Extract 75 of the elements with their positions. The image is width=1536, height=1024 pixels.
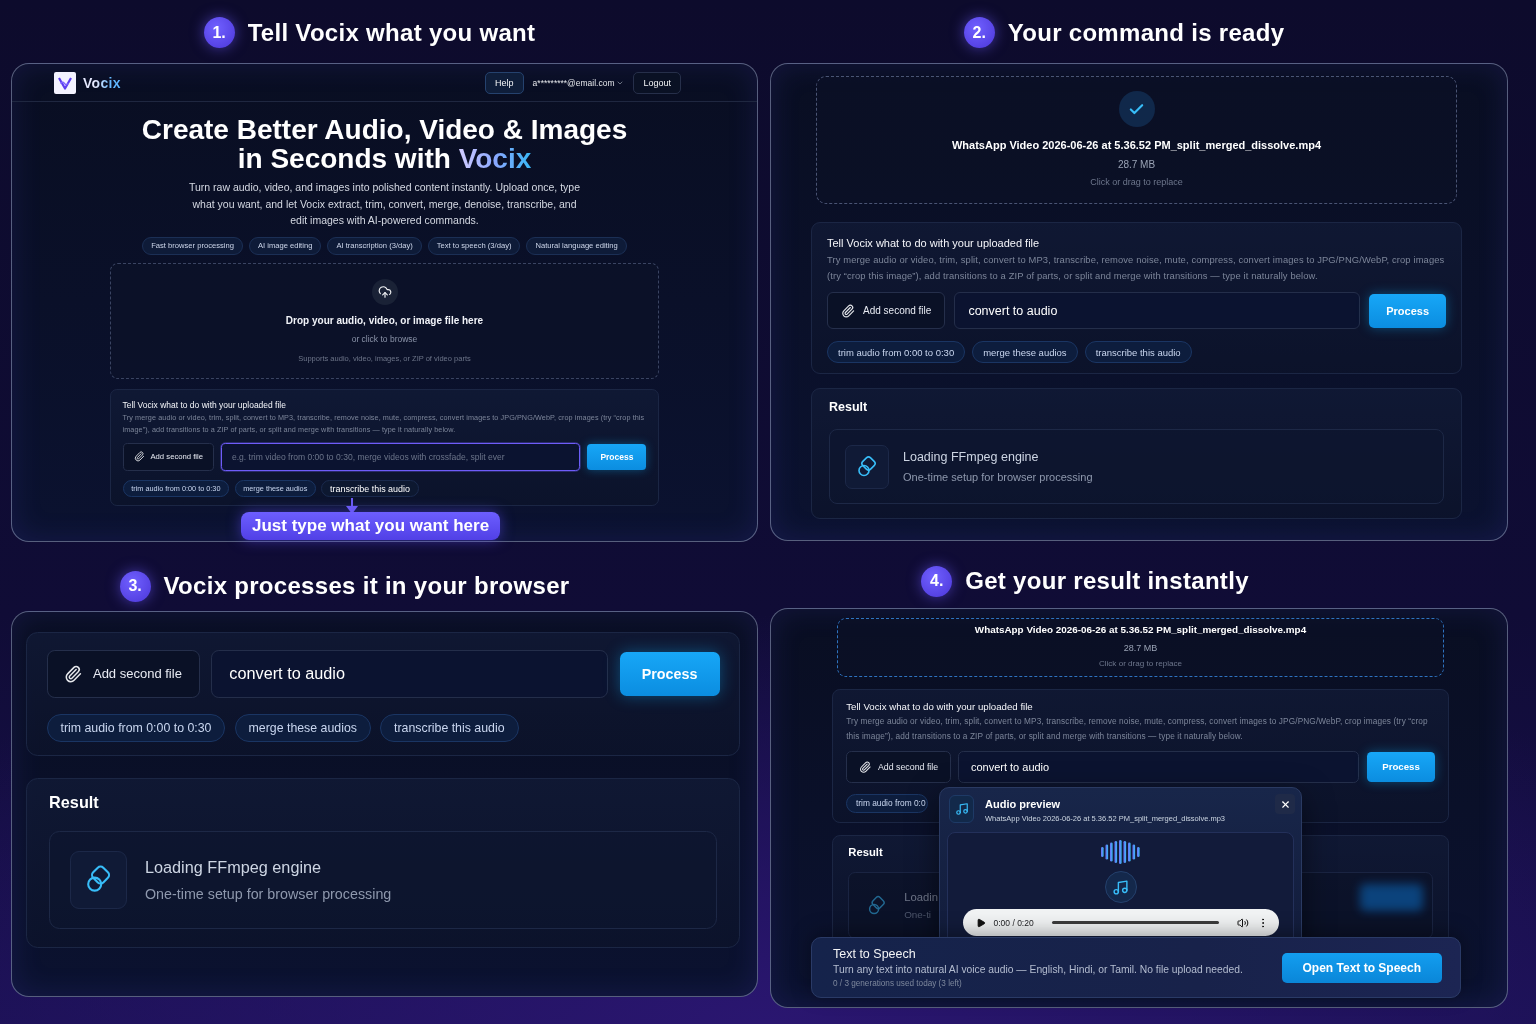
status-title: Loadin: [904, 891, 938, 903]
upload-icon: [371, 278, 398, 305]
step-number-badge: 4.: [921, 565, 953, 597]
brand-name: Vocix: [83, 74, 121, 91]
command-hint: Try merge audio or video, trim, split, convert to MP3, transcribe, remove noise, mute, compress, convert images to JPG/PNG/WebP, crop images (try “crop this image”), add transitions to a ZIP of parts, or split and merge with transitions — type it naturally below.: [846, 716, 1429, 743]
paperclip-icon: [133, 451, 145, 463]
suggestion-chip[interactable]: trim audio from 0:0: [846, 793, 928, 814]
usage-count: 0 / 3 generations used today (3 left): [833, 979, 963, 988]
command-card-title: Tell Vocix what to do with your uploaded file: [846, 701, 1034, 714]
command-input[interactable]: convert to audio: [958, 750, 1360, 784]
logout-button[interactable]: Logout: [633, 71, 681, 94]
replace-hint: Click or drag to replace: [1090, 177, 1183, 187]
file-dropzone[interactable]: WhatsApp Video 2026-06-26 at 5.36.52 PM_split_merged_dissolve.mp4 28.7 MB Click or drag to replace: [837, 618, 1444, 677]
file-name: WhatsApp Video 2026-06-26 at 5.36.52 PM_split_merged_dissolve.mp4: [951, 139, 1322, 151]
command-card-title: Tell Vocix what to do with your uploaded file: [122, 399, 287, 411]
volume-icon[interactable]: [1236, 916, 1249, 929]
command-card-title: Tell Vocix what to do with your uploaded file: [827, 236, 1041, 250]
paperclip-icon: [858, 760, 871, 774]
blurred-glow: [1360, 883, 1423, 911]
music-note-icon: [1104, 871, 1137, 903]
step-title: Vocix processes it in your browser: [163, 572, 570, 600]
file-dropzone[interactable]: WhatsApp Video 2026-06-26 at 5.36.52 PM_split_merged_dissolve.mp4 28.7 MB Click or drag to replace: [816, 76, 1457, 204]
step-title: Your command is ready: [1007, 18, 1285, 47]
file-size: 28.7 MB: [1123, 642, 1158, 653]
file-name: WhatsApp Video 2026-06-26 at 5.36.52 PM_split_merged_dissolve.mp4: [974, 624, 1307, 636]
suggestion-chip[interactable]: transcribe this audio: [380, 713, 519, 743]
banner-title: Text to Speech: [833, 947, 917, 961]
step-number-badge: 3.: [119, 570, 151, 602]
pointer-arrow: [346, 497, 358, 514]
result-title: Result: [829, 399, 868, 415]
command-input[interactable]: convert to audio: [211, 649, 608, 698]
status-title: Loading FFmpeg engine: [903, 450, 1040, 464]
browse-hint: or click to browse: [351, 333, 418, 344]
account-menu[interactable]: a*********@email.com: [532, 77, 625, 88]
popup-title: Audio preview: [985, 798, 1062, 810]
command-input[interactable]: convert to audio: [954, 292, 1361, 329]
add-second-file-button[interactable]: Add second file: [846, 750, 951, 784]
suggestion-chip[interactable]: transcribe this audio: [321, 480, 419, 498]
suggestion-chip[interactable]: merge these audios: [234, 713, 371, 743]
status-detail: One-time setup for browser processing: [144, 885, 392, 902]
help-button[interactable]: Help: [485, 71, 524, 94]
close-button[interactable]: [1275, 794, 1295, 814]
waveform-icon: [1100, 840, 1141, 864]
paperclip-icon: [64, 664, 83, 684]
step-number-badge: 2.: [963, 17, 995, 48]
paperclip-icon: [841, 303, 855, 318]
add-second-file-button[interactable]: Add second file: [827, 292, 946, 329]
suggestion-chip[interactable]: transcribe this audio: [1084, 341, 1192, 363]
step-number-badge: 1.: [203, 17, 235, 48]
step-title: Get your result instantly: [965, 567, 1249, 595]
status-detail: One-ti: [904, 909, 933, 921]
hero-description: Turn raw audio, video, and images into polished content instantly. Upload once, type what you want, and let Vocix extract, trim, convert, merge, denoise, transcribe, and edit images with AI-powered commands.: [187, 180, 582, 228]
close-icon: [1279, 798, 1291, 810]
result-title: Result: [848, 844, 883, 860]
add-second-file-button[interactable]: Add second file: [46, 649, 200, 698]
banner-description: Turn any text into natural AI voice audio — English, Hindi, or Tamil. No file upload needed.: [833, 964, 1243, 975]
music-note-icon: [949, 795, 974, 823]
status-title: Loading FFmpeg engine: [144, 857, 323, 877]
status-detail: One-time setup for browser processing: [903, 471, 1093, 483]
dropzone-title: Drop your audio, video, or image file here: [285, 314, 484, 326]
command-input[interactable]: e.g. trim video from 0:00 to 0:30, merge videos with crossfade, split ever: [220, 442, 581, 472]
play-icon[interactable]: [975, 917, 986, 928]
file-size: 28.7 MB: [1117, 159, 1156, 170]
suggestion-chip[interactable]: trim audio from 0:00 to 0:30: [46, 713, 226, 743]
playback-time: 0:00 / 0:20: [993, 917, 1034, 928]
replace-hint: Click or drag to replace: [1098, 658, 1183, 668]
suggestion-chip[interactable]: merge these audios: [972, 341, 1078, 363]
seek-track[interactable]: [1051, 921, 1219, 924]
result-title: Result: [49, 792, 99, 813]
callout-label: Just type what you want here: [241, 511, 501, 540]
command-hint: Try merge audio or video, trim, split, convert to MP3, transcribe, remove noise, mute, compress, convert images to JPG/PNG/WebP, crop images (try “crop this image”), add transitions to a ZIP of parts, or split and merge with transitions — type it naturally below.: [827, 253, 1446, 283]
step-title: Tell Vocix what you want: [247, 18, 536, 47]
hero-headline: Create Better Audio, Video & Images in Seconds with Vocix: [141, 115, 628, 173]
suggestion-chip[interactable]: trim audio from 0:00 to 0:30: [827, 341, 966, 363]
logo-icon: [54, 71, 76, 94]
